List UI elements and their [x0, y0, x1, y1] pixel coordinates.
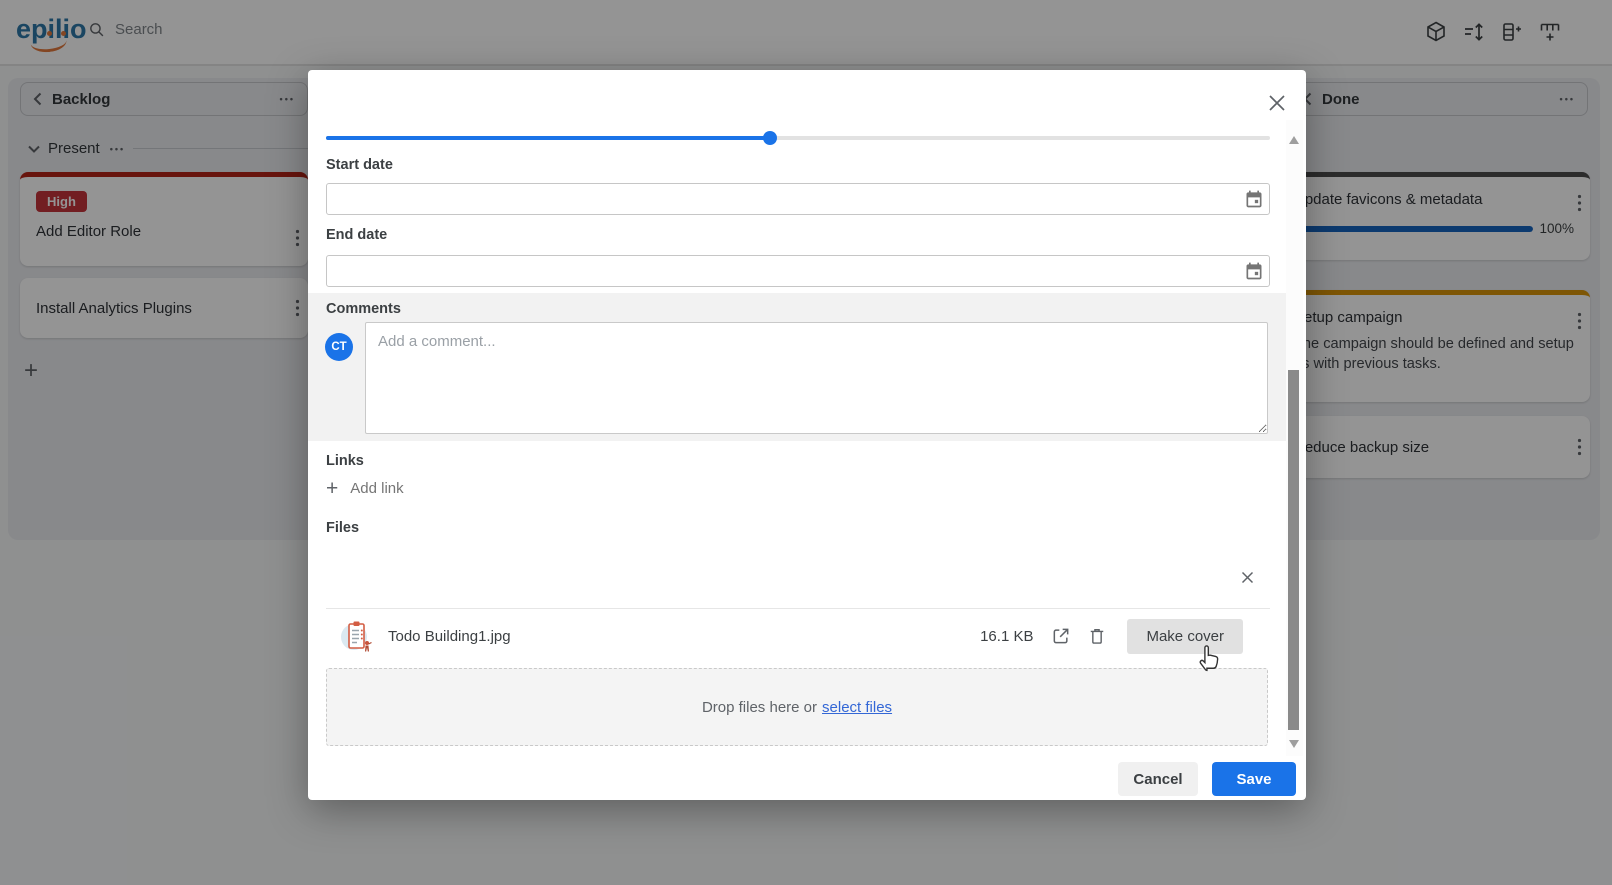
end-date-label: End date — [326, 227, 387, 243]
comments-label: Comments — [326, 301, 401, 317]
cancel-button[interactable]: Cancel — [1118, 762, 1198, 796]
start-date-input[interactable] — [326, 183, 1270, 215]
save-button[interactable]: Save — [1212, 762, 1296, 796]
close-icon — [1268, 94, 1286, 112]
drop-files-text: Drop files here or — [702, 699, 817, 716]
comment-input[interactable] — [365, 322, 1268, 434]
progress-slider-thumb[interactable] — [763, 131, 777, 145]
files-label: Files — [326, 520, 359, 536]
select-files-link[interactable]: select files — [822, 699, 892, 716]
add-link-label: Add link — [350, 480, 403, 497]
calendar-icon[interactable] — [1244, 189, 1264, 209]
file-size: 16.1 KB — [980, 628, 1033, 645]
scroll-down-icon[interactable] — [1289, 740, 1299, 748]
plus-icon: + — [326, 478, 338, 499]
file-thumbnail-icon — [338, 617, 374, 655]
make-cover-button[interactable]: Make cover — [1127, 619, 1243, 654]
modal-close-button[interactable] — [1264, 90, 1290, 116]
app-root: epilio — [0, 0, 1612, 885]
start-date-label: Start date — [326, 157, 393, 173]
avatar: CT — [325, 333, 353, 361]
comments-section: Comments CT — [308, 293, 1288, 441]
links-label: Links — [326, 453, 364, 469]
scrollbar-thumb[interactable] — [1288, 370, 1299, 730]
add-link-button[interactable]: + Add link — [326, 478, 404, 499]
close-icon — [1241, 571, 1254, 584]
remove-cover-button[interactable] — [1238, 568, 1256, 586]
calendar-icon[interactable] — [1244, 261, 1264, 281]
file-drop-zone[interactable]: Drop files here or select files — [326, 668, 1268, 746]
modal-scrollbar[interactable] — [1286, 120, 1303, 756]
open-file-icon[interactable] — [1051, 626, 1071, 646]
file-row: Todo Building1.jpg 16.1 KB Make cover — [326, 609, 1270, 663]
delete-file-icon[interactable] — [1087, 626, 1107, 646]
task-edit-modal: Start date End date Comments CT Links + … — [308, 70, 1306, 800]
scroll-up-icon[interactable] — [1289, 136, 1299, 144]
file-name: Todo Building1.jpg — [388, 628, 511, 645]
end-date-input[interactable] — [326, 255, 1270, 287]
task-progress-slider[interactable] — [326, 136, 1270, 140]
progress-slider-fill — [326, 136, 770, 140]
